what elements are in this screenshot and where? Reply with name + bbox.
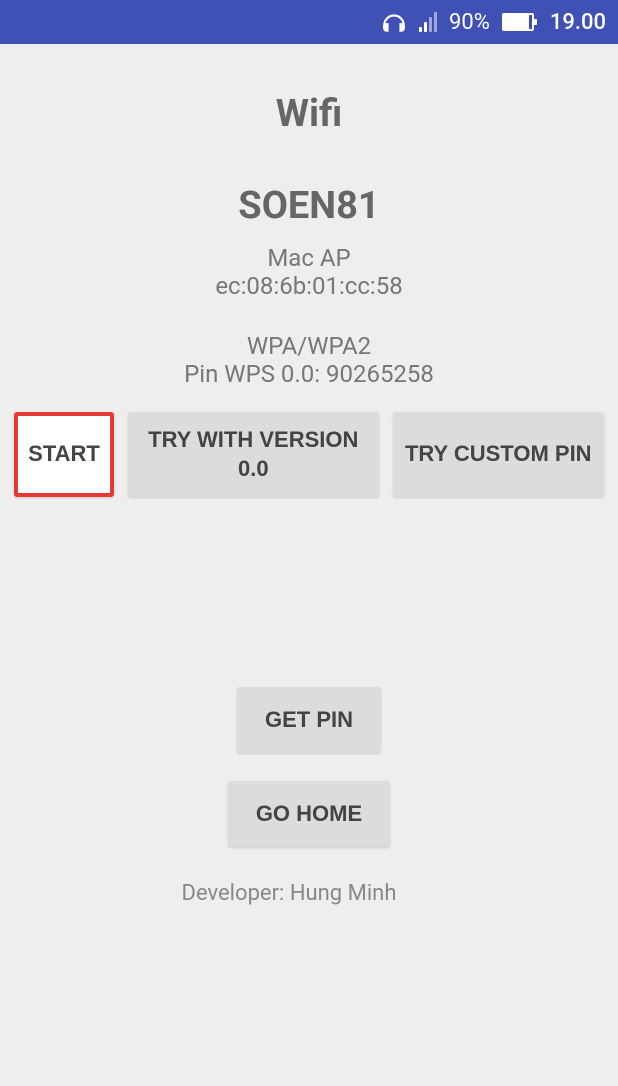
developer-credit: Developer: Hung Minh (182, 881, 437, 906)
lower-section: GET PIN GO HOME Developer: Hung Minh (182, 687, 437, 906)
status-bar: 90% 19.00 (0, 0, 618, 44)
security-type: WPA/WPA2 (247, 332, 371, 360)
action-button-row: START TRY WITH VERSION 0.0 TRY CUSTOM PI… (0, 412, 618, 497)
try-custom-pin-button[interactable]: TRY CUSTOM PIN (393, 412, 604, 497)
wifi-ssid: SOEN81 (238, 184, 379, 228)
wps-pin-line: Pin WPS 0.0: 90265258 (184, 360, 434, 388)
page-title: Wifi (276, 92, 342, 136)
start-button[interactable]: START (14, 412, 114, 497)
signal-icon (419, 12, 437, 32)
go-home-button[interactable]: GO HOME (228, 781, 390, 847)
try-version-button[interactable]: TRY WITH VERSION 0.0 (128, 412, 379, 497)
mac-label: Mac AP (267, 244, 350, 272)
mac-value: ec:08:6b:01:cc:58 (215, 272, 402, 300)
clock: 19.00 (550, 10, 606, 35)
content-area: Wifi SOEN81 Mac AP ec:08:6b:01:cc:58 WPA… (0, 44, 618, 1086)
battery-icon (502, 13, 534, 31)
headphones-icon (381, 9, 407, 35)
battery-percent: 90% (449, 10, 490, 35)
get-pin-button[interactable]: GET PIN (237, 687, 381, 753)
